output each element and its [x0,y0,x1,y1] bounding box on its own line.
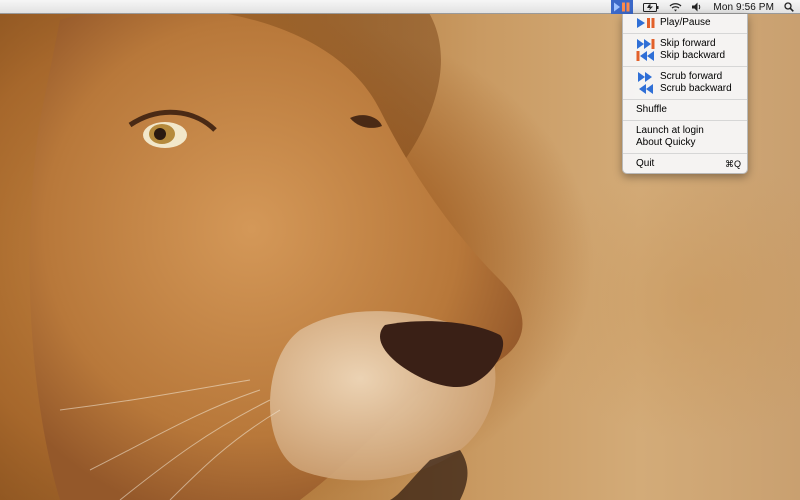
menu-item-skip-backward[interactable]: Skip backward [623,50,747,62]
menu-item-skip-forward[interactable]: Skip forward [623,38,747,50]
menu-item-launch-at-login[interactable]: Launch at login [623,125,747,137]
menu-item-quit[interactable]: Quit ⌘Q [623,158,747,170]
status-menu-area: Mon 9:56 PM [611,0,794,14]
menu-separator [623,66,747,67]
menu-item-label: Launch at login [636,125,704,136]
quicky-dropdown-menu: Play/Pause Skip forward Skip backward Sc… [622,14,748,174]
menu-item-play-pause[interactable]: Play/Pause [623,17,747,29]
skip-forward-icon [636,39,655,49]
menu-item-about[interactable]: About Quicky [623,137,747,149]
menu-item-label: Shuffle [636,104,667,115]
menu-separator [623,153,747,154]
menu-item-label: Play/Pause [660,17,711,28]
play-pause-icon [614,2,630,12]
wifi-icon[interactable] [669,0,682,14]
menu-separator [623,33,747,34]
menu-bar: Mon 9:56 PM [0,0,800,14]
menu-item-label: Quit [636,158,655,169]
clock[interactable]: Mon 9:56 PM [713,0,774,14]
menu-item-label: Scrub forward [660,71,723,82]
menu-item-scrub-backward[interactable]: Scrub backward [623,83,747,95]
spotlight-icon[interactable] [784,0,794,14]
menu-item-label: About Quicky [636,137,696,148]
quicky-menu-icon[interactable] [611,0,634,14]
menu-item-label: Scrub backward [660,83,732,94]
menu-item-label: Skip forward [660,38,716,49]
menu-item-label: Skip backward [660,50,726,61]
skip-backward-icon [636,51,655,61]
battery-icon[interactable] [643,0,659,14]
scrub-forward-icon [636,72,655,82]
keyboard-shortcut: ⌘Q [724,159,741,169]
menu-item-shuffle[interactable]: Shuffle [623,104,747,116]
menu-separator [623,99,747,100]
volume-icon[interactable] [692,0,703,14]
menu-separator [623,120,747,121]
menu-item-scrub-forward[interactable]: Scrub forward [623,71,747,83]
play-pause-icon [636,18,655,28]
scrub-backward-icon [636,84,655,94]
